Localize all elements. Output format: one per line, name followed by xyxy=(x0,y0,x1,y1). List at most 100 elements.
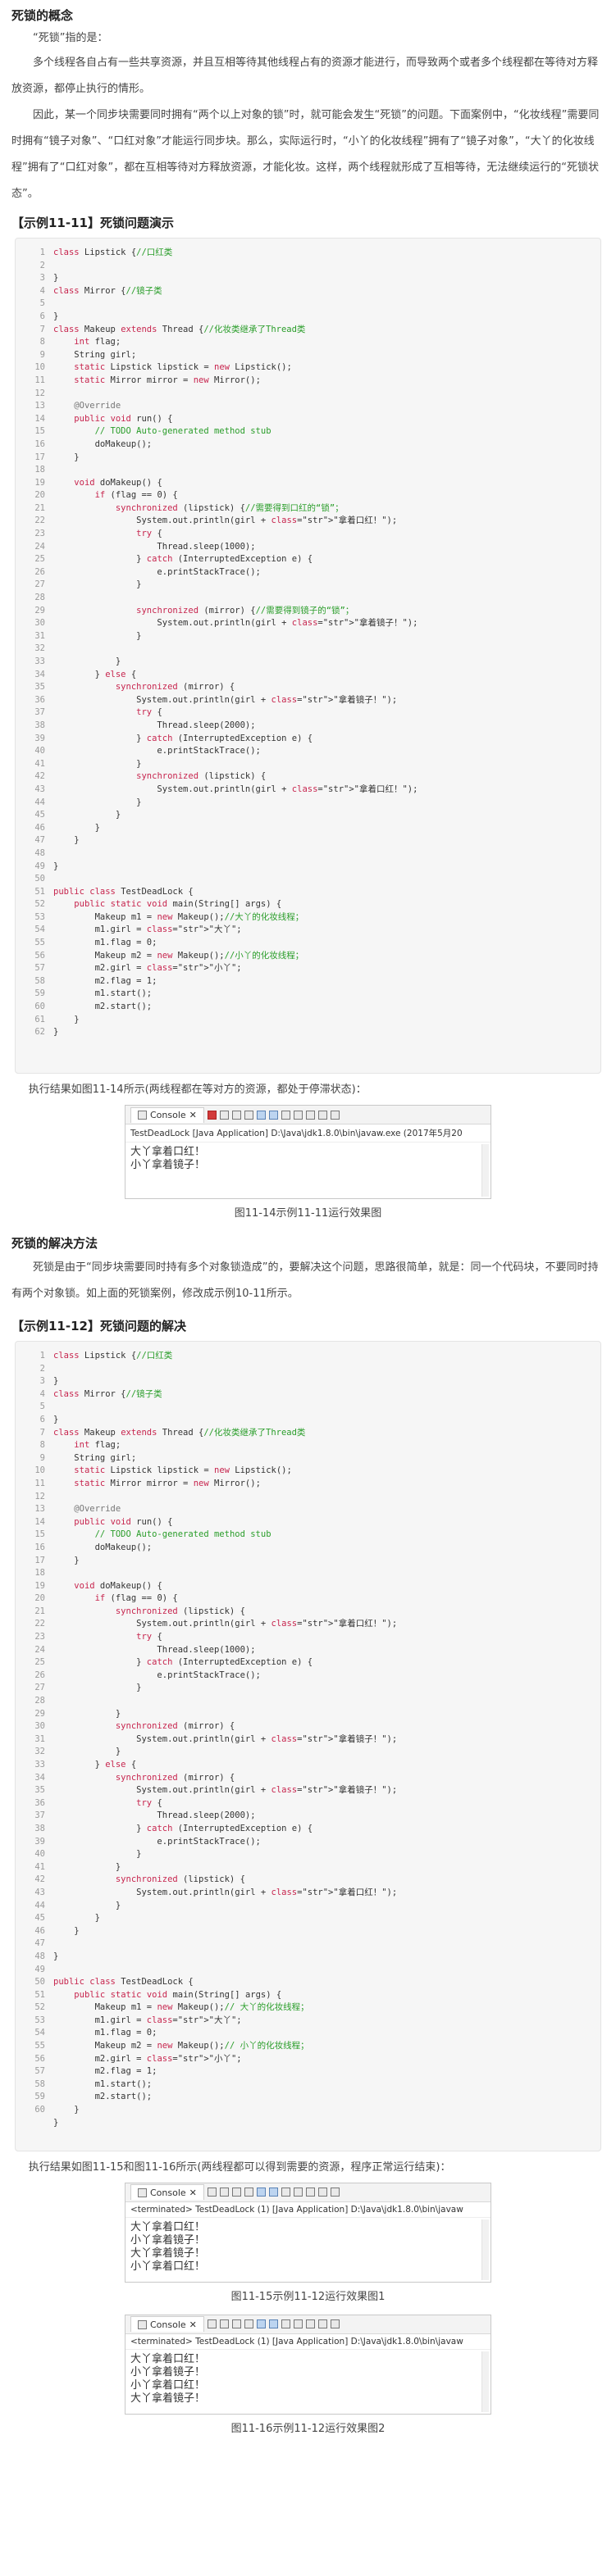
figure-caption-11-14: 图11-14示例11-11运行效果图 xyxy=(234,1207,382,1220)
code-text: e.printStackTrace(); xyxy=(53,746,261,756)
code-line: 25 } catch (InterruptedException e) { xyxy=(16,1656,600,1670)
clear-console-icon[interactable] xyxy=(244,1110,253,1120)
pin-console-icon[interactable] xyxy=(281,2188,290,2197)
code-text: } xyxy=(53,273,59,284)
line-number: 13 xyxy=(34,1504,45,1515)
console-tab[interactable]: Console ✕ xyxy=(130,1106,204,1123)
code-text: } xyxy=(53,861,59,871)
line-number: 40 xyxy=(34,746,45,756)
code-line: 40 } xyxy=(16,1848,600,1861)
close-icon[interactable]: ✕ xyxy=(189,1110,197,1120)
code-line: 47 } xyxy=(16,834,600,847)
code-line xyxy=(16,1052,600,1065)
code-text: public static void main(String[] args) { xyxy=(74,1989,282,2000)
line-number: 38 xyxy=(34,720,45,730)
code-line: 50 xyxy=(16,873,600,886)
display-console-icon[interactable] xyxy=(293,1110,303,1120)
scrollbar[interactable] xyxy=(481,2351,489,2412)
remove-launch-icon[interactable] xyxy=(219,1110,229,1120)
scroll-lock-icon[interactable] xyxy=(256,1110,266,1120)
open-console-icon[interactable] xyxy=(305,2188,315,2197)
minimize-icon[interactable] xyxy=(317,1110,327,1120)
line-number: 2 xyxy=(39,1363,45,1374)
line-number: 55 xyxy=(34,938,45,948)
line-number: 34 xyxy=(34,669,45,679)
console-icon xyxy=(138,1111,147,1120)
code-line: 6} xyxy=(16,1414,600,1427)
code-text: Makeup m2 = new Makeup();// 小丫的化妆线程； xyxy=(53,2041,309,2051)
minimize-icon[interactable] xyxy=(317,2188,327,2197)
console-tab[interactable]: Console ✕ xyxy=(130,2316,204,2333)
close-icon[interactable]: ✕ xyxy=(189,2319,197,2330)
display-console-icon[interactable] xyxy=(293,2188,303,2197)
clear-console-icon[interactable] xyxy=(244,2319,253,2329)
console-icon xyxy=(138,2188,147,2197)
code-line: 44 } xyxy=(16,797,600,810)
code-line: 28 xyxy=(16,592,600,605)
line-number: 46 xyxy=(34,1925,45,1936)
console-tab-label: Console xyxy=(150,2319,186,2330)
code-line: } xyxy=(16,2117,600,2130)
line-number: 37 xyxy=(34,1810,45,1821)
word-wrap-icon[interactable] xyxy=(268,2188,278,2197)
code-line: 19 void doMakeup() { xyxy=(16,1580,600,1593)
code-line: 6} xyxy=(16,311,600,324)
remove-all-icon[interactable] xyxy=(231,1110,241,1120)
code-text: int flag; xyxy=(74,1440,121,1451)
terminate-icon[interactable] xyxy=(207,1110,217,1120)
line-number: 6 xyxy=(39,1414,45,1424)
line-number: 58 xyxy=(34,2079,45,2089)
scroll-lock-icon[interactable] xyxy=(256,2319,266,2329)
line-number: 48 xyxy=(34,1951,45,1961)
code-text: } xyxy=(53,810,121,820)
remove-all-icon[interactable] xyxy=(231,2319,241,2329)
remove-all-icon[interactable] xyxy=(231,2188,241,2197)
example-title-11-12: 【示例11-12】死锁问题的解决 xyxy=(11,1319,186,1333)
display-console-icon[interactable] xyxy=(293,2319,303,2329)
maximize-icon[interactable] xyxy=(330,2188,340,2197)
scrollbar[interactable] xyxy=(481,2219,489,2280)
open-console-icon[interactable] xyxy=(305,2319,315,2329)
code-line: 49} xyxy=(16,861,600,874)
scrollbar[interactable] xyxy=(481,1144,489,1197)
console-toolbar: Console ✕ xyxy=(125,2315,491,2334)
code-text: synchronized (lipstick) { xyxy=(115,1874,245,1885)
code-line: 35 synchronized (mirror) { xyxy=(16,681,600,694)
code-text: } xyxy=(53,1683,142,1693)
open-console-icon[interactable] xyxy=(305,1110,315,1120)
word-wrap-icon[interactable] xyxy=(268,2319,278,2329)
terminate-icon[interactable] xyxy=(207,2188,217,2197)
line-number: 13 xyxy=(34,401,45,411)
line-number: 4 xyxy=(39,285,45,296)
code-line: 40 e.printStackTrace(); xyxy=(16,745,600,758)
terminate-icon[interactable] xyxy=(207,2319,217,2329)
clear-console-icon[interactable] xyxy=(244,2188,253,2197)
close-icon[interactable]: ✕ xyxy=(189,2188,197,2198)
console-tab[interactable]: Console ✕ xyxy=(130,2184,204,2201)
maximize-icon[interactable] xyxy=(330,2319,340,2329)
pin-console-icon[interactable] xyxy=(281,2319,290,2329)
remove-launch-icon[interactable] xyxy=(219,2188,229,2197)
code-text: } xyxy=(53,1861,121,1872)
line-number: 33 xyxy=(34,656,45,666)
maximize-icon[interactable] xyxy=(330,1110,340,1120)
line-number: 11 xyxy=(34,1478,45,1488)
paragraph: “死锁”指的是： xyxy=(33,32,108,44)
code-line: 26 e.printStackTrace(); xyxy=(16,566,600,579)
code-text: m2.start(); xyxy=(53,1002,153,1012)
line-number: 22 xyxy=(34,516,45,526)
pin-console-icon[interactable] xyxy=(281,1110,290,1120)
console-output: 大丫拿着口红！ 小丫拿着镜子！ 大丫拿着镜子！ 小丫拿着口红！ xyxy=(125,2218,491,2282)
scroll-lock-icon[interactable] xyxy=(256,2188,266,2197)
code-text: String girl; xyxy=(53,1452,137,1463)
minimize-icon[interactable] xyxy=(317,2319,327,2329)
line-number: 45 xyxy=(34,1913,45,1924)
word-wrap-icon[interactable] xyxy=(268,1110,278,1120)
line-number: 49 xyxy=(34,861,45,871)
line-number: 26 xyxy=(34,566,45,577)
remove-launch-icon[interactable] xyxy=(219,2319,229,2329)
code-text: System.out.println(girl + class="str">"拿… xyxy=(53,1887,398,1897)
code-text: synchronized (mirror) { xyxy=(115,1721,235,1732)
line-number: 40 xyxy=(34,1849,45,1860)
